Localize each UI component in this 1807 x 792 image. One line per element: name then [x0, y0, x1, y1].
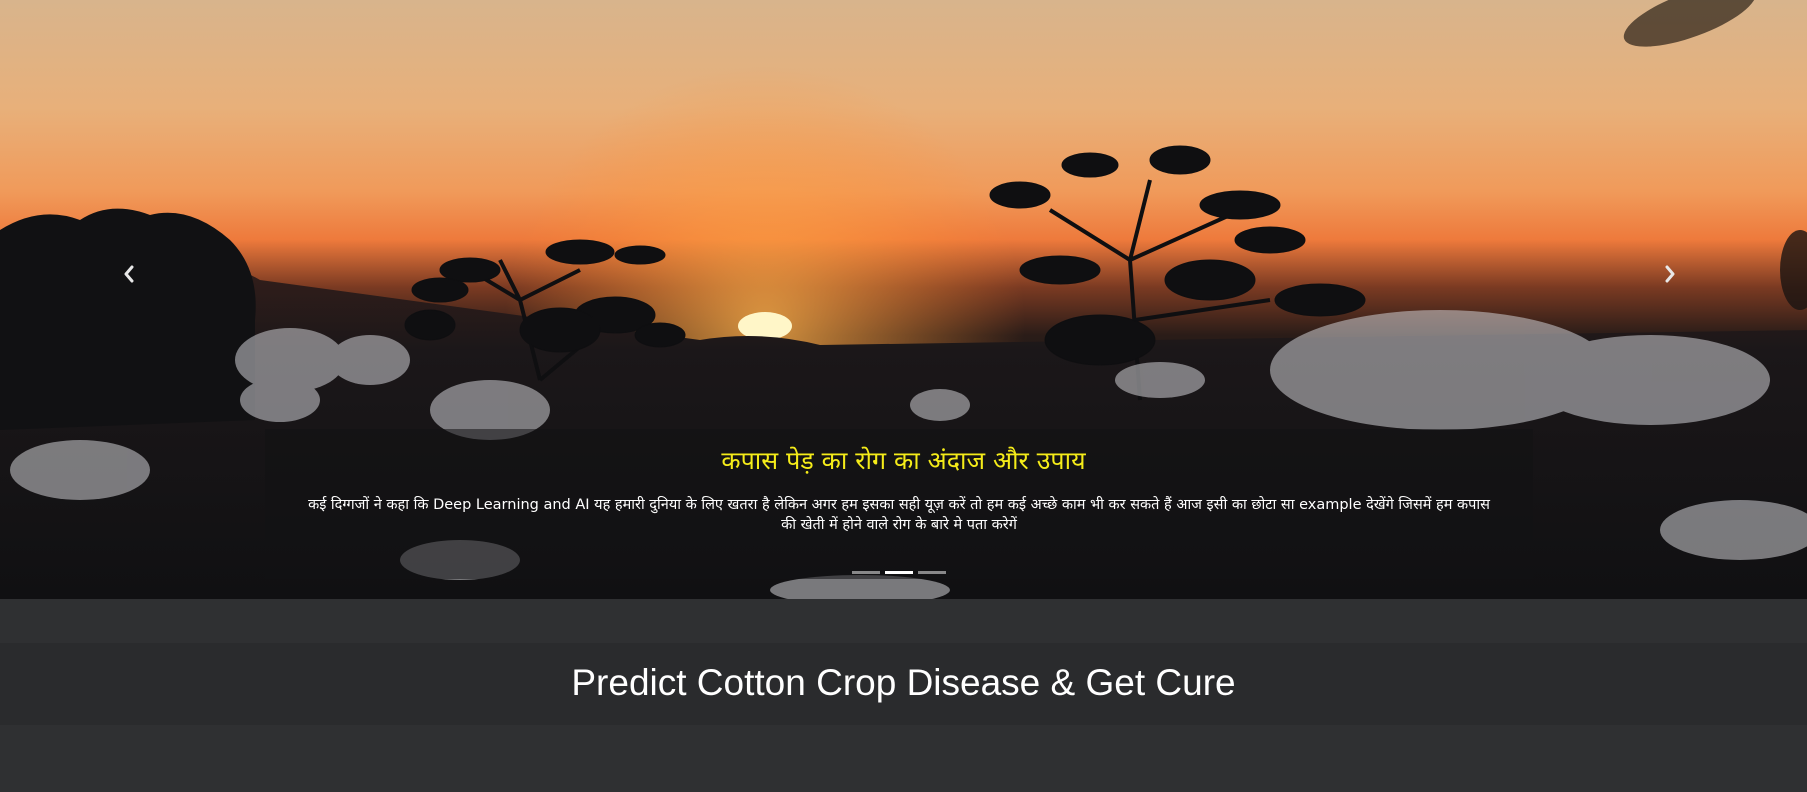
carousel-next-button[interactable]	[1650, 258, 1690, 290]
caption-text-line2: की खेती में होने वाले रोग के बारे मे पता…	[781, 517, 1017, 533]
page-heading: Predict Cotton Crop Disease & Get Cure	[571, 662, 1236, 703]
caption-text-line1: कई दिग्गजों ने कहा कि Deep Learning and …	[308, 497, 1490, 513]
carousel-indicator-1[interactable]	[852, 571, 880, 574]
carousel-prev-button[interactable]	[109, 258, 149, 290]
chevron-left-icon	[124, 265, 134, 283]
chevron-right-icon	[1665, 265, 1675, 283]
hero-carousel: कपास पेड़ का रोग का अंदाज और उपाय कई दिग…	[0, 0, 1807, 599]
carousel-indicators	[852, 571, 952, 575]
caption-title: कपास पेड़ का रोग का अंदाज और उपाय	[721, 446, 1086, 475]
carousel-indicator-3[interactable]	[918, 571, 946, 574]
carousel-indicator-2[interactable]	[885, 571, 913, 574]
caption-text: कई दिग्गजों ने कहा कि Deep Learning and …	[270, 495, 1528, 535]
